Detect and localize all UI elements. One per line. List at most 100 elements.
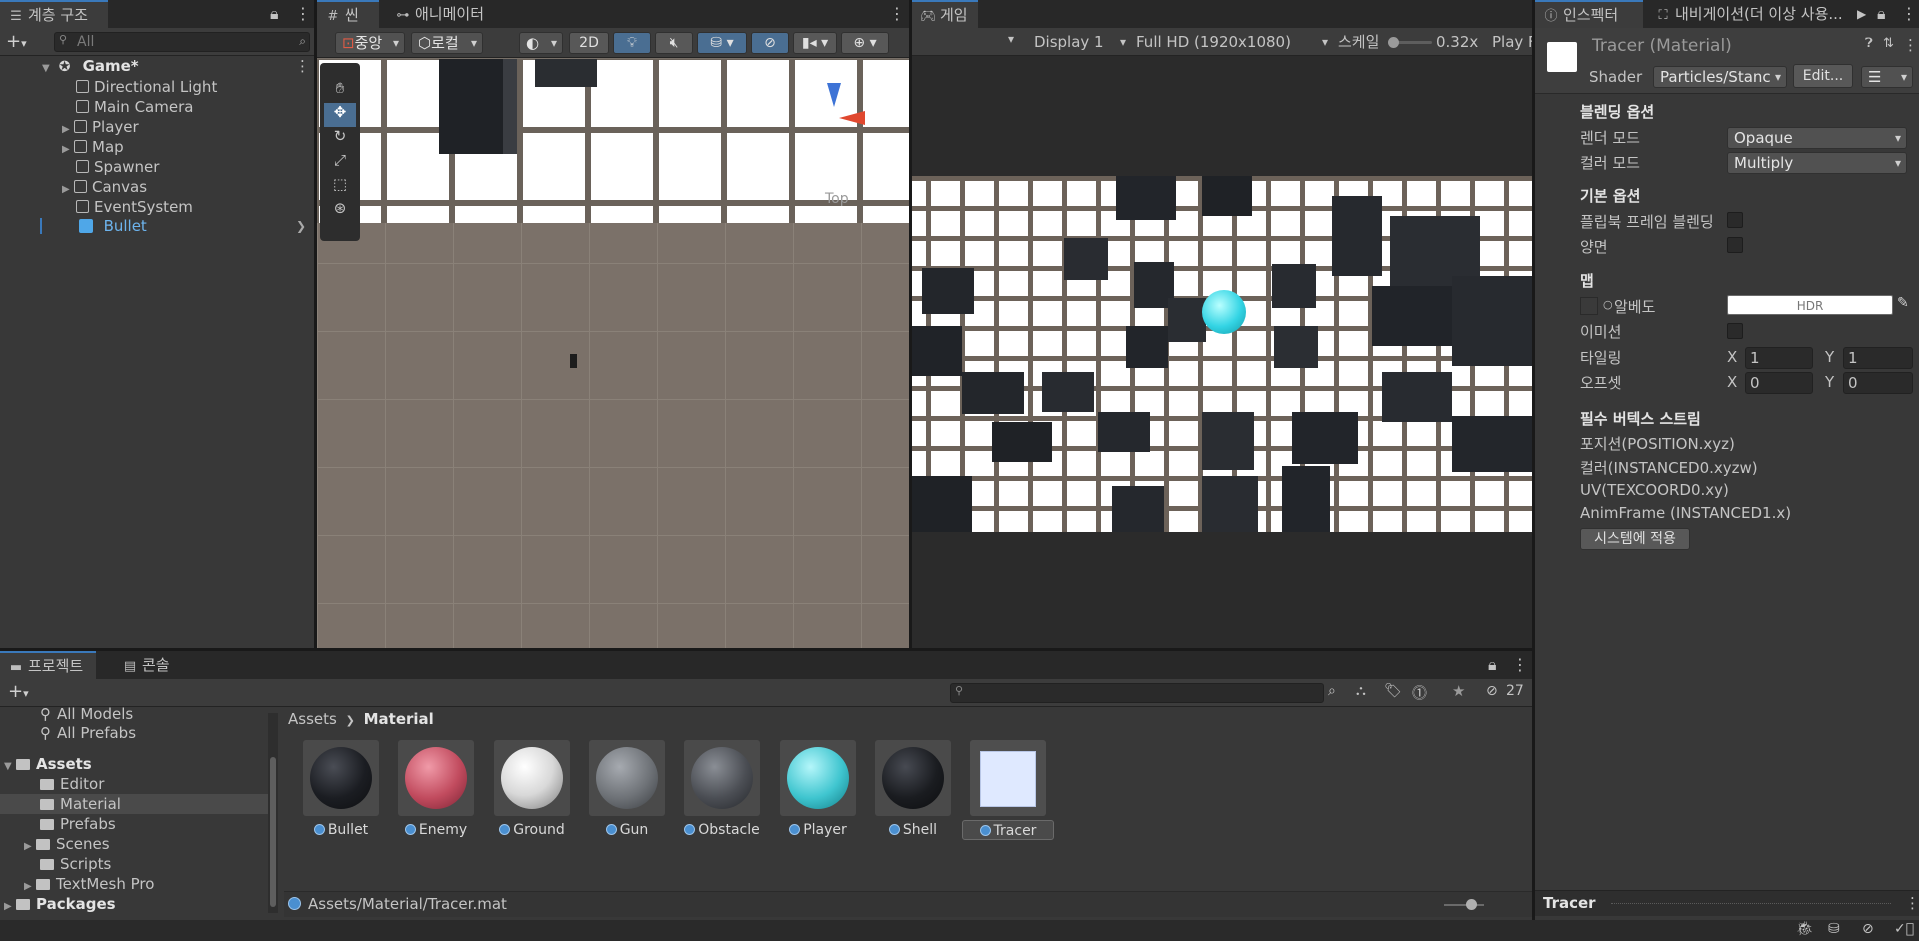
game-view-dropdown-arrow[interactable]: ▾ [1008, 32, 1014, 46]
shader-dropdown[interactable]: Particles/Stanc [1653, 66, 1787, 88]
play-focused-dropdown[interactable]: Play F [1492, 31, 1532, 53]
folder-scenes[interactable]: ▶ Scenes [24, 834, 110, 854]
tab-scroll-right-icon[interactable]: ▶ [1857, 0, 1866, 28]
offset-x-field[interactable]: 0 [1745, 372, 1813, 394]
open-prefab-arrow-icon[interactable]: ❯ [296, 216, 306, 236]
tab-console[interactable]: ▤ 콘솔 [114, 651, 178, 679]
draw-mode-dropdown[interactable]: ◐ [519, 32, 563, 54]
bug-icon[interactable]: 🐞︎ [1796, 921, 1814, 937]
breadcrumb-assets[interactable]: Assets [288, 710, 337, 728]
cache-server-icon[interactable]: ⛁ [1828, 921, 1840, 937]
effects-toggle-button[interactable]: ⛁ ▾ [697, 32, 747, 54]
expand-arrow-icon[interactable]: ▶ [4, 897, 16, 917]
rotate-tool-button[interactable]: ↻ [324, 127, 356, 151]
lighting-toggle-button[interactable]: 💡︎ [613, 32, 651, 54]
more-menu-icon[interactable]: ⋮ [1901, 0, 1917, 28]
search-by-label-icon[interactable]: 🏷︎ [1384, 683, 1402, 699]
folder-prefabs[interactable]: Prefabs [40, 814, 116, 834]
breadcrumb-material[interactable]: Material [364, 710, 434, 728]
rect-tool-button[interactable]: ⬚ [324, 175, 356, 199]
audio-toggle-button[interactable]: 🔇︎ [655, 32, 693, 54]
two-sided-checkbox[interactable] [1727, 237, 1743, 253]
lock-icon[interactable]: 🔒︎ [1877, 0, 1886, 28]
more-menu-icon[interactable]: ⋮ [1512, 651, 1528, 679]
pivot-dropdown[interactable]: ⊡중앙 [335, 32, 405, 54]
camera-settings-button[interactable]: ▮◂ ▾ [793, 32, 837, 54]
favorite-all-prefabs[interactable]: ⚲ All Prefabs [40, 723, 136, 743]
albedo-circle-icon[interactable]: ○ [1603, 298, 1613, 311]
folder-editor[interactable]: Editor [40, 774, 104, 794]
game-viewport[interactable] [912, 56, 1532, 648]
favorite-all-models[interactable]: ⚲ All Models [40, 704, 133, 724]
add-button[interactable]: +▾ [6, 31, 27, 52]
component-menu-icon[interactable]: ⋮ [1903, 36, 1918, 54]
scene-viewport[interactable]: x z Top ✋︎ ✥ ↻ ⤢ ⬚ ⊛ [317, 59, 909, 648]
color-mode-dropdown[interactable]: Multiply [1727, 152, 1907, 174]
tiling-y-field[interactable]: 1 [1843, 347, 1913, 369]
expand-arrow-icon[interactable]: ▼ [4, 757, 16, 777]
hierarchy-search-input[interactable]: ⚲ All ⌕ [54, 32, 310, 52]
more-menu-icon[interactable]: ⋮ [295, 0, 311, 28]
favorites-icon[interactable]: ★ [1452, 682, 1465, 700]
hidden-toggle-button[interactable]: ⊘ [751, 32, 789, 54]
hierarchy-item-directional-light[interactable]: Directional Light [76, 77, 217, 97]
space-dropdown[interactable]: ⬡로컬 [411, 32, 483, 54]
emission-checkbox[interactable] [1727, 323, 1743, 339]
progress-ok-icon[interactable]: ✓⃝ [1894, 921, 1914, 937]
tab-hierarchy[interactable]: ☰ 계층 구조 [0, 0, 108, 28]
orientation-gizmo[interactable]: x z Top [803, 67, 883, 207]
help-icon[interactable]: ❓︎ [1865, 36, 1873, 51]
asset-label-tracer[interactable]: Tracer [962, 820, 1054, 840]
albedo-texture-slot[interactable] [1580, 297, 1598, 315]
eyedropper-icon[interactable]: ✎ [1897, 295, 1909, 311]
collab-icon[interactable]: ⊘ [1862, 921, 1874, 937]
icon-size-slider-handle[interactable] [1466, 899, 1477, 910]
shader-options-dropdown[interactable]: ☰ [1861, 66, 1913, 88]
hierarchy-item-map[interactable]: ▶ Map [62, 137, 124, 157]
edit-shader-button[interactable]: Edit... [1793, 64, 1853, 88]
search-filter-icon[interactable]: ⌕ [299, 34, 306, 49]
preview-menu-icon[interactable]: ⋮ [1905, 894, 1919, 912]
log-type-icon[interactable]: ⓵ [1412, 682, 1427, 703]
tab-navigation[interactable]: ⛶ 내비게이션(더 이상 사용... [1647, 0, 1847, 28]
preview-bar[interactable]: Tracer ⋮ [1535, 890, 1919, 916]
search-scope-icon[interactable]: ⌕ [1328, 683, 1336, 699]
2d-toggle-button[interactable]: 2D [569, 32, 609, 54]
create-asset-button[interactable]: +▾ [8, 681, 29, 702]
folder-packages[interactable]: ▶ Packages [4, 894, 116, 914]
folder-assets[interactable]: ▼ Assets [4, 754, 92, 774]
gizmos-button[interactable]: ⊕ ▾ [841, 32, 889, 54]
scale-slider[interactable] [1388, 37, 1432, 48]
render-mode-dropdown[interactable]: Opaque [1727, 127, 1907, 149]
project-search-input[interactable]: ⚲ [950, 683, 1324, 703]
preview-drag-handle[interactable] [1611, 903, 1891, 905]
move-tool-button[interactable]: ✥ [324, 103, 356, 127]
presets-icon[interactable]: ⇅ [1883, 36, 1894, 51]
apply-to-systems-button[interactable]: 시스템에 적용 [1580, 528, 1690, 550]
more-menu-icon[interactable]: ⋮ [889, 0, 905, 28]
search-by-type-icon[interactable]: ⛬ [1356, 683, 1366, 699]
folder-material[interactable]: Material [0, 794, 268, 814]
tab-project[interactable]: ▬ 프로젝트 [0, 651, 96, 679]
folder-textmesh-pro[interactable]: ▶ TextMesh Pro [24, 874, 154, 894]
tiling-x-field[interactable]: 1 [1745, 347, 1813, 369]
scene-menu-icon[interactable]: ⋮ [295, 56, 310, 76]
hierarchy-item-player[interactable]: ▶ Player [62, 117, 139, 137]
transform-tool-button[interactable]: ⊛ [324, 199, 356, 223]
expand-arrow-icon[interactable]: ▶ [62, 180, 74, 200]
hierarchy-item-main-camera[interactable]: Main Camera [76, 97, 193, 117]
display-dropdown[interactable]: Display 1 ▾ [1034, 31, 1130, 53]
icon-size-slider[interactable] [1444, 899, 1484, 910]
hierarchy-item-bullet[interactable]: Bullet ❯ [40, 216, 314, 236]
scale-tool-button[interactable]: ⤢ [324, 151, 356, 175]
expand-arrow-icon[interactable]: ▶ [24, 837, 36, 857]
tab-inspector[interactable]: ⓘ 인스펙터 [1535, 0, 1643, 28]
scale-slider-handle[interactable] [1388, 37, 1399, 48]
lock-icon[interactable]: 🔒︎ [270, 0, 279, 28]
tab-scene[interactable]: # 씬 [317, 0, 379, 28]
lock-icon[interactable]: 🔒︎ [1488, 651, 1497, 679]
view-tool-button[interactable]: ✋︎ [324, 79, 356, 103]
expand-arrow-icon[interactable]: ▶ [62, 140, 74, 160]
scrollbar-thumb[interactable] [270, 757, 276, 907]
hidden-packages-icon[interactable]: ⊘ [1486, 683, 1498, 699]
